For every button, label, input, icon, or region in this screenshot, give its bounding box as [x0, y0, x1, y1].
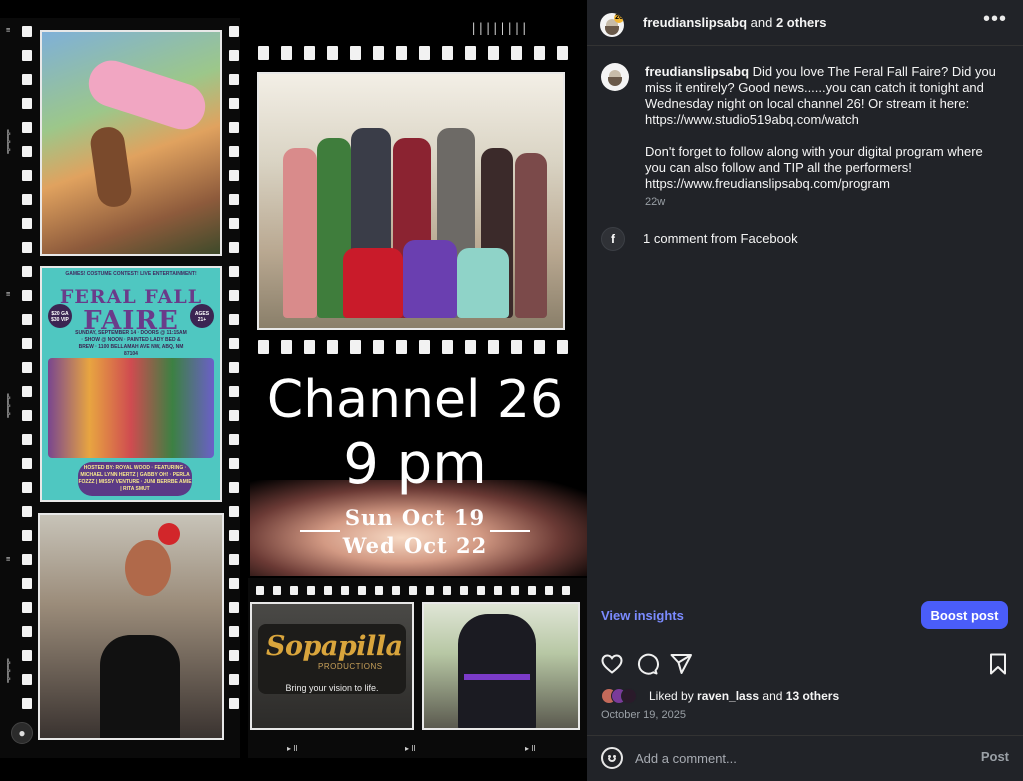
liker-avatar [621, 688, 637, 704]
divider-line [300, 530, 340, 532]
poster-info: SUNDAY, SEPTEMBER 14 · DOORS @ 11:15AM ·… [75, 330, 187, 357]
facebook-comments-label[interactable]: 1 comment from Facebook [643, 231, 798, 246]
other-authors-link[interactable]: 2 others [776, 15, 827, 30]
photo-performer-purple [422, 602, 580, 730]
action-bar [587, 648, 1023, 678]
broadcast-time: 9 pm [343, 432, 487, 497]
broadcast-date-2: Wed Oct 22 [342, 533, 488, 558]
post-header: 26 freudianslipsabq and 2 others ••• [587, 0, 1023, 46]
photo-aerial-performer [40, 30, 222, 256]
event-poster: GAMES! COSTUME CONTEST! LIVE ENTERTAINME… [40, 266, 222, 502]
comment-input[interactable] [635, 746, 955, 770]
post-media[interactable]: ≡ ╠ ╠ ╠ ≡ ╠ ╠ ╠ ≡ ╠ ╠ ╠ GAMES! COSTUME CONTEST! L… [0, 0, 587, 781]
author-username[interactable]: freudianslipsabq [643, 15, 747, 30]
avatar[interactable]: 26 [600, 13, 624, 37]
film-sprocket-holes [258, 46, 568, 60]
poster-header-line: GAMES! COSTUME CONTEST! LIVE ENTERTAINME… [65, 271, 197, 277]
view-insights-link[interactable]: View insights [601, 608, 684, 623]
divider-line [490, 530, 530, 532]
photo-group-cast [257, 72, 565, 330]
bookmark-icon[interactable] [986, 652, 1010, 676]
more-horizontal-icon[interactable]: ••• [983, 8, 1007, 31]
film-sprocket-holes [256, 586, 570, 595]
film-edge-marks: ≡ ╠ ╠ ╠ [6, 555, 11, 683]
post-details-panel: 26 freudianslipsabq and 2 others ••• fre… [587, 0, 1023, 781]
poster-host-lineup: HOSTED BY: ROYAL WOOD · FEATURING · MICH… [78, 462, 192, 496]
tagged-people-icon[interactable]: ● [11, 722, 33, 744]
post-date: October 19, 2025 [601, 709, 687, 721]
likes-text[interactable]: Liked by raven_lass and 13 others [649, 689, 839, 703]
post-comment-button[interactable]: Post [981, 749, 1009, 764]
play-pause-mark: ▸ II [405, 744, 416, 753]
price-badge: $20 GA $30 VIP [48, 304, 72, 328]
logo-name: Sopapilla [266, 631, 403, 662]
liker-username: raven_lass [697, 689, 760, 703]
film-edge-marks: ≡ ╠ ╠ ╠ [6, 290, 11, 418]
play-pause-mark: ▸ II [287, 744, 298, 753]
age-badge: AGES 21+ [190, 304, 214, 328]
caption-avatar[interactable] [601, 63, 629, 91]
post-authors[interactable]: freudianslipsabq and 2 others [643, 15, 827, 30]
film-barcode: |||||||| [470, 21, 528, 35]
broadcast-date-1: Sun Oct 19 [344, 505, 486, 530]
comment-icon[interactable] [635, 652, 659, 676]
heart-icon[interactable] [600, 652, 624, 676]
post-age: 22w [645, 196, 666, 208]
facebook-icon: f [601, 227, 625, 251]
channel-title: Channel 26 [266, 370, 564, 430]
post-caption: freudianslipsabq Did you love The Feral … [645, 64, 1005, 208]
film-sprocket-holes [258, 340, 568, 354]
avatar-badge: 26 [614, 13, 624, 23]
play-pause-mark: ▸ II [525, 744, 536, 753]
logo-tagline: Bring your vision to life. [285, 683, 379, 693]
boost-post-button[interactable]: Boost post [921, 601, 1008, 629]
film-sprocket-holes [22, 26, 32, 709]
film-sprocket-holes [229, 26, 239, 709]
film-edge-marks: ≡ ╠ ╠ ╠ [6, 26, 11, 154]
likes-others: 13 others [785, 689, 840, 703]
caption-text-2: Don't forget to follow along with your d… [645, 144, 983, 191]
comment-bar: Post [587, 735, 1023, 781]
logo-sub: PRODUCTIONS [318, 662, 383, 671]
send-icon[interactable] [669, 652, 693, 676]
poster-cast-art [48, 358, 214, 458]
photo-performer-rose [38, 513, 224, 740]
caption-username[interactable]: freudianslipsabq [645, 64, 749, 79]
sopapilla-logo-frame: Sopapilla PRODUCTIONS Bring your vision … [250, 602, 414, 730]
emoji-icon[interactable] [601, 747, 623, 769]
